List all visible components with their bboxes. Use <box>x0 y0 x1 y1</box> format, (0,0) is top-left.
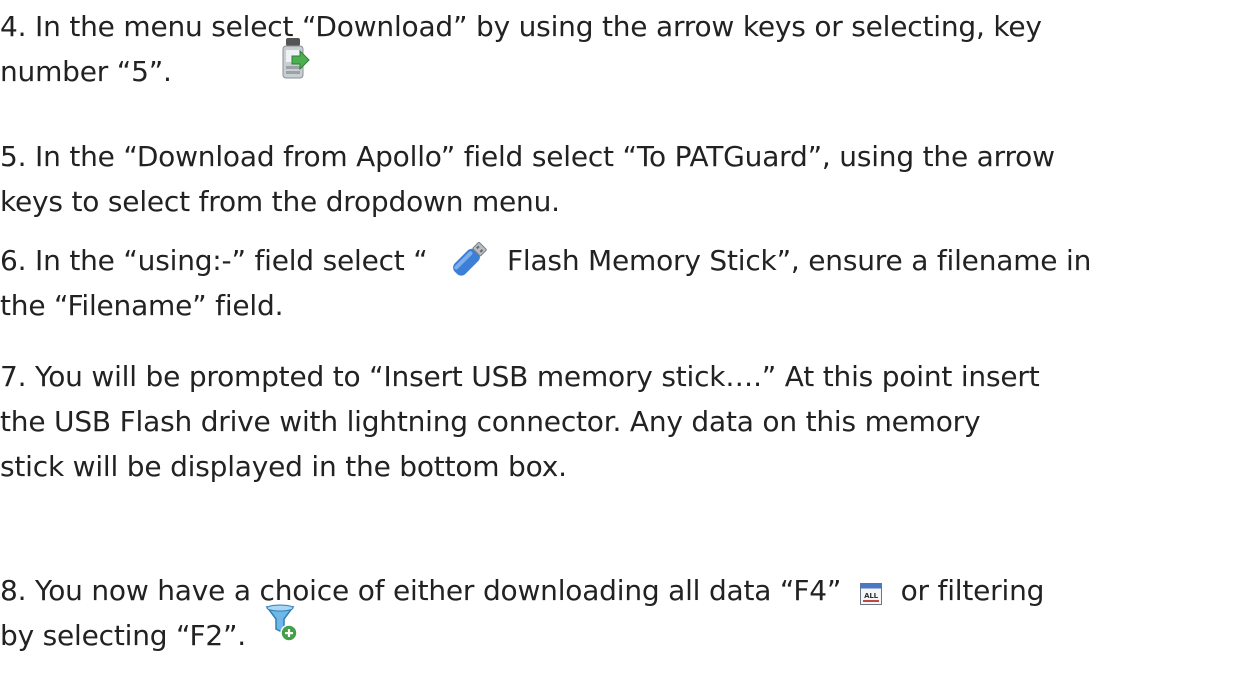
step-7: 7. You will be prompted to “Insert USB m… <box>0 354 1236 489</box>
all-data-icon: ALL <box>859 573 882 605</box>
step-8: 8. You now have a choice of either downl… <box>0 568 1236 658</box>
step-6-line-1-start: 6. In the “using:-” field select “ <box>0 244 428 277</box>
step-4-line-2: number “5”. <box>0 55 172 88</box>
step-7-line-2: the USB Flash drive with lightning conne… <box>0 405 981 438</box>
step-5-line-2: keys to select from the dropdown menu. <box>0 185 560 218</box>
usb-stick-icon <box>446 239 492 279</box>
step-7-line-3: stick will be displayed in the bottom bo… <box>0 450 567 483</box>
download-app-icon <box>282 38 310 79</box>
step-4: 4. In the menu select “Download” by usin… <box>0 4 1236 94</box>
step-8-line-2: by selecting “F2”. <box>0 619 247 652</box>
step-8-line-1-start: 8. You now have a choice of either downl… <box>0 574 842 607</box>
step-6-line-1-end: Flash Memory Stick”, ensure a filename i… <box>506 244 1092 277</box>
step-4-line-1: 4. In the menu select “Download” by usin… <box>0 10 1042 43</box>
step-5-line-1: 5. In the “Download from Apollo” field s… <box>0 140 1055 173</box>
step-6: 6. In the “using:-” field select “ Flash… <box>0 238 1236 328</box>
all-data-icon-label: ALL <box>864 592 878 600</box>
filter-add-icon <box>265 603 299 643</box>
step-7-line-1: 7. You will be prompted to “Insert USB m… <box>0 360 1040 393</box>
step-6-line-2: the “Filename” field. <box>0 289 284 322</box>
step-5: 5. In the “Download from Apollo” field s… <box>0 134 1236 224</box>
step-8-line-1-end: or filtering <box>900 574 1045 607</box>
